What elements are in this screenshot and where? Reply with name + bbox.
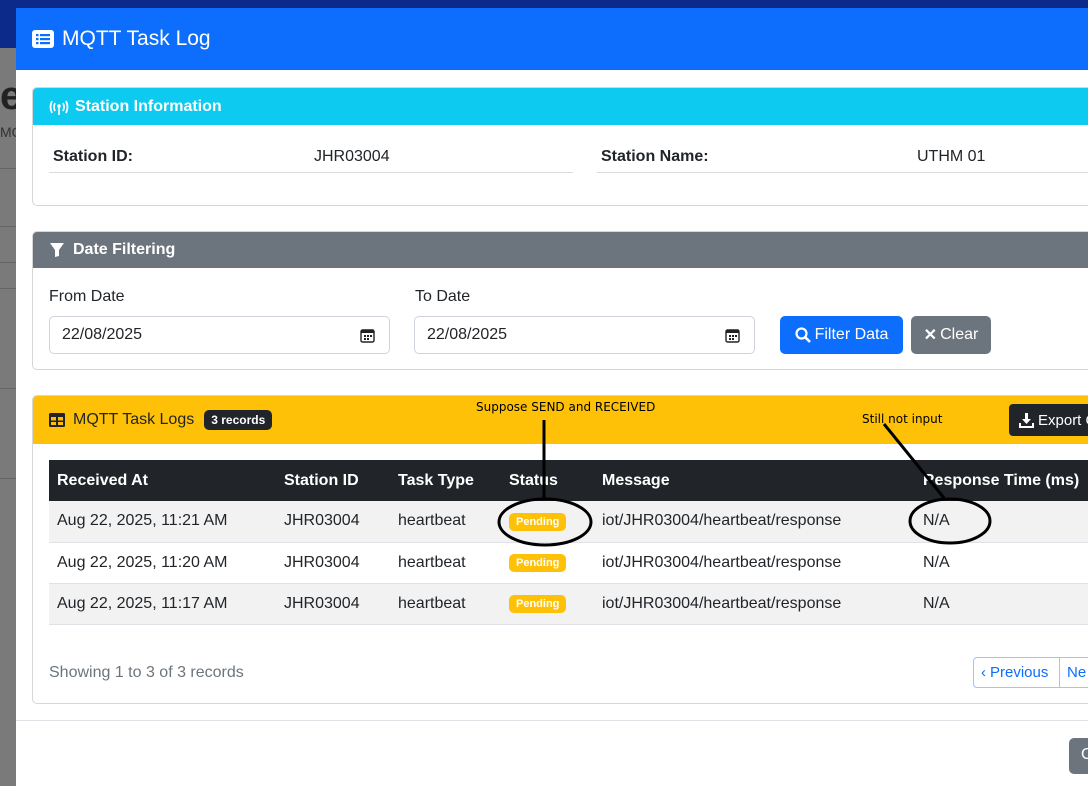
message-cell: iot/JHR03004/heartbeat/response <box>602 553 842 571</box>
next-page-button[interactable]: Ne <box>1060 657 1088 688</box>
pagination-summary: Showing 1 to 3 of 3 records <box>49 664 244 681</box>
response-annotation-text: Still not input <box>862 412 943 426</box>
list-icon <box>32 30 54 48</box>
status-cell: Pending <box>501 501 594 542</box>
background-divider <box>0 226 16 227</box>
date-filtering-title: Date Filtering <box>73 241 176 258</box>
table-icon <box>49 413 65 427</box>
message-cell: iot/JHR03004/heartbeat/response <box>602 594 842 612</box>
filter-data-button[interactable]: Filter Data <box>780 316 903 354</box>
previous-label: Previous <box>990 664 1049 681</box>
column-header[interactable]: Task Type <box>390 460 501 501</box>
calendar-icon[interactable] <box>360 328 375 343</box>
column-header[interactable]: Station ID <box>276 460 390 501</box>
task-type-cell: heartbeat <box>398 553 466 571</box>
to-date-input[interactable]: 22/08/2025 <box>414 316 755 354</box>
date-filtering-header: Date Filtering <box>33 232 1088 268</box>
station-information-card: Station Information Station ID: JHR03004… <box>32 87 1088 206</box>
status-cell: Pending <box>501 583 594 624</box>
station-name-label: Station Name: <box>601 148 709 165</box>
broadcast-icon <box>49 100 69 115</box>
response-time-cell: N/A <box>923 553 950 571</box>
close-button[interactable]: C <box>1069 738 1088 774</box>
station-name-value: UTHM 01 <box>917 148 986 165</box>
download-icon <box>1019 412 1034 428</box>
divider <box>597 172 1088 173</box>
table-header-row: Received At Station ID Task Type Status … <box>49 460 1088 501</box>
next-label: Ne <box>1067 664 1087 681</box>
clear-label: Clear <box>940 326 979 343</box>
chevron-left-icon: ‹ <box>981 664 986 681</box>
column-header[interactable]: Response Time (ms) <box>915 460 1088 501</box>
station-id-label: Station ID: <box>53 148 133 165</box>
station-id-value: JHR03004 <box>314 148 390 165</box>
x-icon: ✕ <box>923 327 938 344</box>
filter-data-label: Filter Data <box>814 326 889 343</box>
background-divider <box>0 288 16 289</box>
funnel-icon <box>50 243 64 257</box>
from-date-value: 22/08/2025 <box>62 326 143 343</box>
column-header[interactable]: Received At <box>49 460 276 501</box>
received-at-cell: Aug 22, 2025, 11:21 AM <box>57 512 228 530</box>
background-divider <box>0 262 16 263</box>
close-button-label: C <box>1081 746 1088 763</box>
status-cell: Pending <box>501 542 594 583</box>
modal-header: MQTT Task Log <box>16 8 1088 70</box>
table-row: Aug 22, 2025, 11:20 AM JHR03004 heartbea… <box>49 542 1088 583</box>
table-row: Aug 22, 2025, 11:21 AM JHR03004 heartbea… <box>49 501 1088 542</box>
task-type-cell: heartbeat <box>398 594 466 612</box>
status-badge: Pending <box>509 554 567 572</box>
search-icon <box>794 327 811 343</box>
background-divider <box>0 388 16 389</box>
task-type-cell: heartbeat <box>398 512 466 530</box>
message-cell: iot/JHR03004/heartbeat/response <box>602 512 842 530</box>
export-button[interactable]: Export C <box>1009 404 1088 436</box>
from-date-label: From Date <box>49 288 125 305</box>
clear-button[interactable]: ✕ Clear <box>911 316 991 354</box>
column-header[interactable]: Message <box>594 460 915 501</box>
mqtt-task-log-modal: MQTT Task Log Station Information Statio… <box>16 8 1088 786</box>
received-at-cell: Aug 22, 2025, 11:17 AM <box>57 594 228 612</box>
from-date-input[interactable]: 22/08/2025 <box>49 316 390 354</box>
modal-title: MQTT Task Log <box>62 27 211 50</box>
calendar-icon[interactable] <box>725 328 740 343</box>
date-filtering-card: Date Filtering From Date 22/08/2025 To D… <box>32 231 1088 370</box>
export-label: Export C <box>1038 411 1088 429</box>
status-badge: Pending <box>509 595 567 613</box>
background-divider <box>0 168 16 169</box>
pagination: ‹ Previous Ne <box>973 657 1088 688</box>
station-id-cell: JHR03004 <box>284 512 360 530</box>
status-badge: Pending <box>509 512 567 531</box>
modal-footer-divider <box>16 720 1088 721</box>
response-time-cell: N/A <box>923 594 950 612</box>
mqtt-task-logs-table: Received At Station ID Task Type Status … <box>49 460 1088 625</box>
divider <box>49 172 573 173</box>
to-date-label: To Date <box>415 288 471 305</box>
station-id-cell: JHR03004 <box>284 594 360 612</box>
received-at-cell: Aug 22, 2025, 11:20 AM <box>57 553 228 571</box>
previous-page-button[interactable]: ‹ Previous <box>973 657 1060 688</box>
response-time-cell: N/A <box>923 512 950 530</box>
table-row: Aug 22, 2025, 11:17 AM JHR03004 heartbea… <box>49 583 1088 624</box>
column-header[interactable]: Status <box>501 460 594 501</box>
mqtt-task-logs-title: MQTT Task Logs <box>73 411 195 428</box>
station-id-cell: JHR03004 <box>284 553 360 571</box>
records-count-badge: 3 records <box>204 410 273 430</box>
station-information-title: Station Information <box>75 97 222 115</box>
status-annotation-text: Suppose SEND and RECEIVED <box>476 400 656 414</box>
mqtt-task-logs-card: MQTT Task Logs 3 records Export C Receiv… <box>32 395 1088 704</box>
to-date-value: 22/08/2025 <box>427 326 508 343</box>
background-divider <box>0 478 16 479</box>
station-information-header: Station Information <box>33 88 1088 125</box>
